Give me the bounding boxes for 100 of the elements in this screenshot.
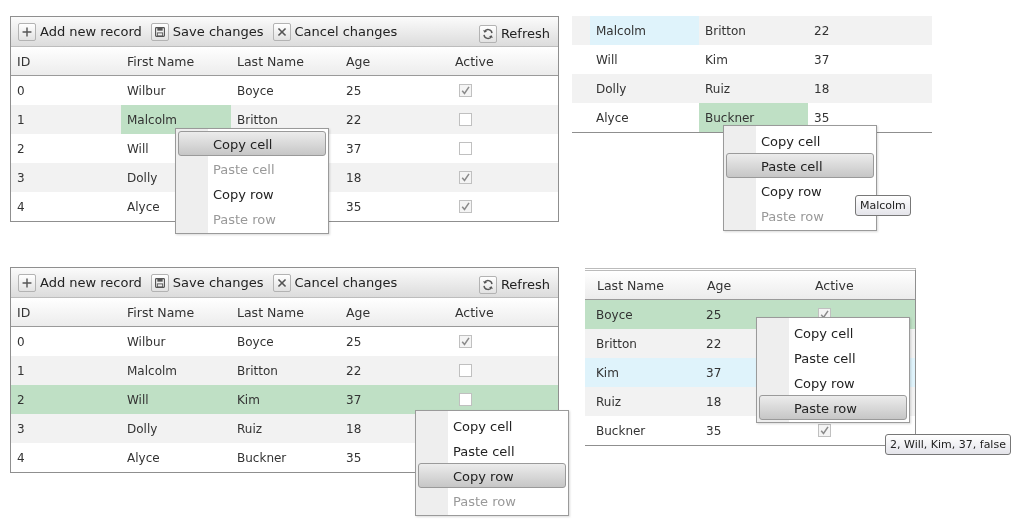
menu-item[interactable]: Paste cell [418,438,566,463]
table-cell-text: Will [126,141,149,156]
refresh-icon [478,24,497,43]
menu-item[interactable]: Copy cell [178,131,326,156]
column-header[interactable]: ID [11,298,121,326]
table-cell-text: 25 [345,334,362,349]
checkbox[interactable] [459,113,472,126]
table-cell-text: 18 [813,81,830,96]
table-cell-text: Dolly [595,81,627,96]
checkbox[interactable] [818,424,831,437]
table-cell-text: 0 [16,83,25,98]
table-cell-text: Kim [236,392,260,407]
table-cell-text: Ruiz [595,394,622,409]
checkbox[interactable] [459,200,472,213]
table-cell-text: Alyce [126,199,160,214]
checkbox[interactable] [459,142,472,155]
table-cell-text: 22 [813,23,830,38]
table-cell-text: Will [126,392,149,407]
table-cell-text: Dolly [126,170,158,185]
table-cell-text: Malcolm [126,112,177,127]
column-header[interactable]: Last Name [231,47,340,75]
table-cell-text: 35 [345,199,362,214]
table-cell-text: 37 [813,52,830,67]
table-cell-text: 22 [345,363,362,378]
plus-icon [18,273,36,292]
table-cell-text: Britton [595,336,637,351]
table-cell-text: Kim [704,52,728,67]
checkbox[interactable] [459,364,472,377]
refresh-icon [478,275,497,294]
table-cell-text: Ruiz [704,81,731,96]
column-header[interactable]: Active [449,298,556,326]
checkbox[interactable] [459,335,472,348]
tooltip: Malcolm [855,195,911,216]
table-cell-text: Britton [236,363,278,378]
toolbar-button[interactable]: Refresh [478,275,550,294]
column-header[interactable]: Age [340,298,449,326]
table-cell-text: Buckner [704,110,755,125]
table-cell-text: Boyce [595,307,633,322]
toolbar-button[interactable]: Add new record [18,22,142,41]
column-header[interactable]: First Name [121,47,231,75]
toolbar-button[interactable]: Save changes [150,22,264,41]
checkbox[interactable] [459,171,472,184]
table-cell-text: 35 [345,450,362,465]
column-header[interactable]: Last Name [231,298,340,326]
table-cell-text: Ruiz [236,421,263,436]
table-cell-text: 18 [345,421,362,436]
toolbar-button[interactable]: Cancel changes [272,22,398,41]
table-cell-text: Boyce [236,83,274,98]
column-header[interactable]: Age [340,47,449,75]
menu-item[interactable]: Copy row [759,370,907,395]
menu-item[interactable]: Copy cell [759,320,907,345]
toolbar-button[interactable]: Save changes [150,273,264,292]
close-icon [272,273,291,292]
table-cell-text: Will [595,52,618,67]
table-cell-text: 18 [345,170,362,185]
close-icon [272,22,291,41]
table-cell-text: Boyce [236,334,274,349]
table-cell-text: Buckner [595,423,646,438]
menu-item[interactable]: Paste row [759,395,907,420]
menu-item[interactable]: Copy row [418,463,566,488]
table-cell-text: 25 [345,83,362,98]
table-cell-text: Wilbur [126,334,166,349]
checkbox[interactable] [459,393,472,406]
table-cell-text: 25 [705,307,722,322]
column-header[interactable]: Last Name [591,271,701,299]
table-cell-text: Wilbur [126,83,166,98]
table-cell-text: 2 [16,141,25,156]
checkbox[interactable] [459,84,472,97]
table-cell-text: Malcolm [126,363,177,378]
table-cell-text: 0 [16,334,25,349]
table-cell-text: Alyce [126,450,160,465]
table-cell-text: Alyce [595,110,629,125]
column-header[interactable]: Age [701,271,809,299]
table-cell-text: Britton [704,23,746,38]
table-cell-text: 37 [345,392,362,407]
menu-item[interactable]: Paste cell [726,153,874,178]
menu-item[interactable]: Paste cell [759,345,907,370]
menu-item[interactable]: Copy cell [726,128,874,153]
column-header[interactable]: Active [809,271,914,299]
table-cell-text: Dolly [126,421,158,436]
table-cell-text: Malcolm [595,23,646,38]
table-cell-text: 37 [345,141,362,156]
column-header[interactable]: Active [449,47,556,75]
table-cell-text: 3 [16,421,25,436]
menu-item[interactable]: Copy cell [418,413,566,438]
toolbar-button[interactable]: Refresh [478,24,550,43]
table-cell-text: Britton [236,112,278,127]
table-cell-text: 35 [705,423,722,438]
column-header[interactable]: ID [11,47,121,75]
menu-item[interactable]: Copy row [178,181,326,206]
toolbar-button[interactable]: Add new record [18,273,142,292]
column-header[interactable]: First Name [121,298,231,326]
toolbar-button[interactable]: Cancel changes [272,273,398,292]
table-cell-text: 22 [705,336,722,351]
table-cell-text: 1 [16,363,25,378]
table-cell-text: 35 [813,110,830,125]
table-cell-text: Buckner [236,450,287,465]
table-cell-text: 2 [16,392,25,407]
table-cell-text: 37 [705,365,722,380]
table-cell-text: 18 [705,394,722,409]
